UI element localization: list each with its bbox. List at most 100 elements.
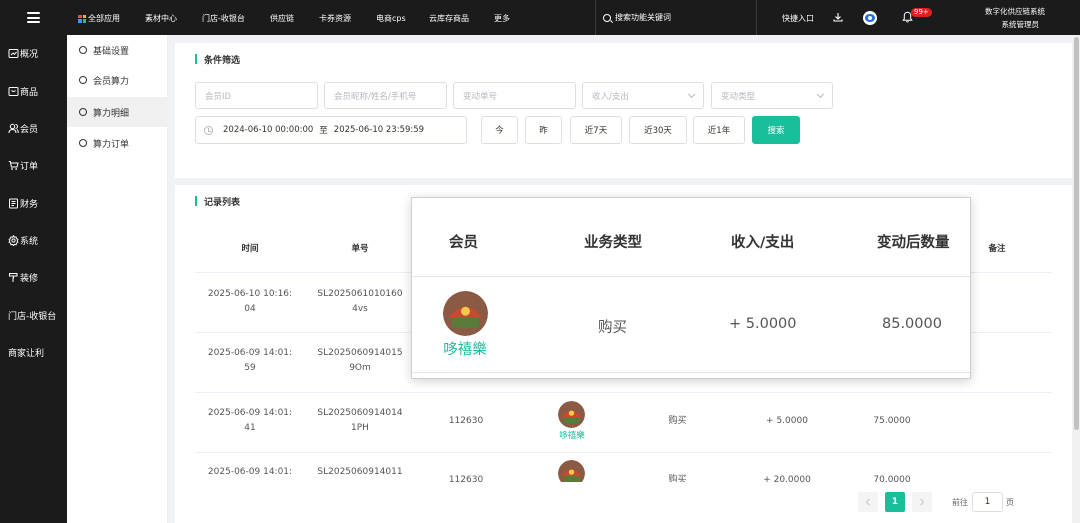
submenu-power-detail[interactable]: 算力明细 [67, 97, 168, 127]
sidebar-item-overview[interactable]: 概况 [0, 43, 67, 63]
sidebar-item-label: 概况 [20, 49, 39, 60]
date-start: 2024-06-10 00:00:00 [223, 125, 314, 135]
prev-page-button[interactable] [858, 492, 878, 512]
sidebar-item-label: 系统 [20, 236, 39, 247]
sidebar-item-merchant-discount[interactable]: 商家让利 [0, 342, 67, 362]
system-title: 数字化供应链系统 [985, 7, 1045, 16]
row-order-no: SL202506101016​0 4vs [317, 289, 403, 314]
page-scrollbar[interactable] [1073, 35, 1080, 523]
sidebar-item-system[interactable]: 系统 [0, 230, 67, 250]
scrollbar-thumb[interactable] [1074, 37, 1079, 430]
avatar[interactable] [558, 401, 585, 428]
popup-divider [412, 276, 970, 277]
popup-header-member: 会员 [449, 235, 478, 251]
row-order-no: SL2025060914011 [317, 467, 403, 477]
change-type-select[interactable]: 变动类型 [711, 82, 833, 109]
submenu-power-orders[interactable]: 算力订单 [67, 128, 168, 158]
search-button[interactable]: 搜索 [752, 116, 800, 144]
last-30-days-button[interactable]: 近30天 [629, 116, 687, 144]
date-separator: 至 [319, 126, 328, 136]
row-after-amount: 70.0000 [873, 475, 911, 482]
nav-supply-chain[interactable]: 供应链 [270, 13, 294, 24]
table-row: 2025-06-09 14:01: SL2025060914011 112630… [175, 453, 1072, 482]
sidebar-item-label: 商家让利 [8, 348, 45, 359]
popup-type: 购买 [598, 320, 627, 336]
notification-badge: 99+ [911, 8, 932, 17]
sidebar-item-decoration[interactable]: 装修 [0, 267, 67, 287]
submenu-label: 基础设置 [93, 46, 130, 57]
column-header-order-no: 单号 [351, 244, 369, 254]
nav-more[interactable]: 更多 [494, 13, 510, 24]
change-no-input[interactable]: 变动单号 [453, 82, 576, 109]
popup-divider [412, 372, 970, 373]
page-jump-input[interactable]: 1 [972, 492, 1003, 512]
member-id-input[interactable]: 会员ID [195, 82, 318, 109]
submenu-basic-settings[interactable]: 基础设置 [67, 35, 168, 65]
row-member-id: 112630 [448, 416, 484, 426]
sidebar-item-orders[interactable]: 订单 [0, 155, 67, 175]
popup-after-amount: 85.0000 [882, 316, 942, 332]
row-amount: + 20.0000 [763, 475, 811, 482]
change-type-placeholder: 变动类型 [721, 91, 756, 102]
apps-grid-icon [78, 14, 86, 23]
goto-label: 前往 [952, 498, 968, 507]
nav-material-center[interactable]: 素材中心 [145, 13, 177, 24]
row-time: 2025-06-09 14:01: [207, 467, 293, 477]
members-icon [8, 123, 19, 133]
member-name-input[interactable]: 会员昵称/姓名/手机号 [324, 82, 447, 109]
in-out-placeholder: 收入/支出 [592, 91, 629, 102]
avatar [443, 291, 488, 336]
column-header-remark: 备注 [988, 244, 1006, 254]
circle-icon [79, 108, 87, 116]
last-7-days-button[interactable]: 近7天 [570, 116, 622, 144]
avatar[interactable] [558, 460, 585, 482]
column-header-time: 时间 [241, 244, 259, 254]
popup-member-name: 哆禧樂 [443, 342, 487, 358]
row-order-no: SL2025060914015 9Om [317, 348, 403, 373]
sidebar-item-label: 装修 [20, 273, 39, 284]
sidebar-item-goods[interactable]: 商品 [0, 81, 67, 101]
row-divider [195, 392, 1052, 393]
today-button[interactable]: 今 [481, 116, 518, 144]
row-after-amount: 75.0000 [873, 416, 911, 426]
top-bar: 全部应用 素材中心 门店-收银台 供应链 卡券资源 电商cps 云库存商品 更多… [0, 0, 1080, 35]
page-button-current[interactable]: 1 [885, 492, 905, 512]
popup-amount: + 5.0000 [729, 316, 797, 332]
chevron-down-icon [816, 90, 825, 99]
row-type: 购买 [668, 416, 687, 426]
hamburger-icon [27, 12, 40, 23]
sidebar-item-members[interactable]: 会员 [0, 118, 67, 138]
last-year-button[interactable]: 近1年 [693, 116, 745, 144]
nav-cloud-stock[interactable]: 云库存商品 [429, 13, 469, 24]
chevron-down-icon [687, 90, 696, 99]
date-range-picker[interactable]: 2024-06-10 00:00:00 至 2025-06-10 23:59:5… [195, 116, 467, 144]
nav-all-apps[interactable]: 全部应用 [78, 13, 120, 24]
popup-header-type: 业务类型 [584, 235, 642, 251]
next-page-button[interactable] [912, 492, 932, 512]
date-end: 2025-06-10 23:59:59 [333, 125, 425, 135]
submenu-member-power[interactable]: 会员算力 [67, 65, 168, 95]
cart-icon [8, 160, 19, 170]
assistant-icon[interactable] [863, 11, 877, 25]
menu-toggle-button[interactable] [0, 0, 67, 35]
nav-ecommerce-cps[interactable]: 电商cps [376, 13, 406, 24]
in-out-select[interactable]: 收入/支出 [582, 82, 704, 109]
search-icon [603, 13, 611, 22]
search-placeholder: 搜索功能关键词 [615, 13, 671, 22]
sidebar-item-finance[interactable]: 财务 [0, 193, 67, 213]
yesterday-button[interactable]: 昨 [525, 116, 562, 144]
circle-icon [79, 46, 87, 54]
overview-icon [8, 48, 19, 58]
sidebar-item-label: 订单 [20, 161, 39, 172]
page-suffix: 页 [1006, 498, 1014, 507]
row-time: 2025-06-09 14:01: 59 [207, 348, 293, 373]
nav-card-coupon[interactable]: 卡券资源 [319, 13, 351, 24]
function-search[interactable]: 搜索功能关键词 [595, 0, 757, 35]
filter-panel [175, 43, 1072, 178]
nav-store-cashier[interactable]: 门店-收银台 [202, 13, 245, 24]
download-icon[interactable] [833, 12, 843, 22]
sidebar-item-label: 门店-收银台 [8, 311, 57, 322]
quick-entry-link[interactable]: 快捷入口 [782, 13, 814, 24]
user-name[interactable]: 系统管理员 [960, 19, 1070, 31]
sidebar-item-store-cashier[interactable]: 门店-收银台 [0, 305, 67, 325]
